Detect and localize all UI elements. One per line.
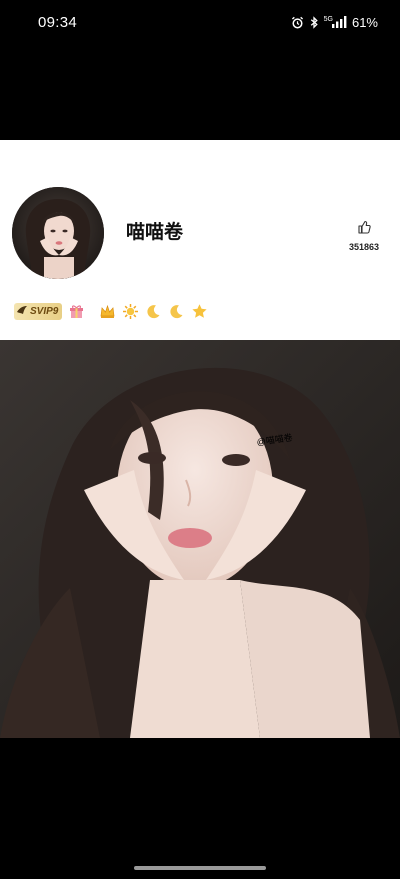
- svip-wing-icon: [16, 305, 28, 318]
- status-icons: 5G 61%: [291, 15, 378, 30]
- status-bar: 09:34 5G 61%: [0, 0, 400, 44]
- avatar[interactable]: [12, 187, 104, 279]
- moon-icon[interactable]: [145, 303, 162, 320]
- username: 喵喵卷: [126, 221, 184, 243]
- main-photo[interactable]: @喵喵卷: [0, 340, 400, 738]
- star-icon[interactable]: [191, 303, 208, 320]
- svip-label: SVIP9: [30, 305, 59, 317]
- like-count: 351863: [348, 242, 380, 252]
- profile-card: 喵喵卷 351863 SVIP9: [0, 140, 400, 340]
- moon-icon[interactable]: [168, 303, 185, 320]
- badge-row: SVIP9: [14, 301, 208, 321]
- gift-icon[interactable]: [68, 303, 85, 320]
- svip-badge[interactable]: SVIP9: [14, 302, 63, 320]
- crown-icon[interactable]: [99, 303, 116, 320]
- phone-screen: 09:34 5G 61% 喵喵卷 351863 SVIP9 @喵喵卷: [0, 0, 400, 879]
- home-indicator[interactable]: [134, 866, 266, 870]
- battery-percent: 61%: [351, 14, 378, 30]
- thumbs-up-icon: [357, 220, 371, 239]
- status-time: 09:34: [38, 13, 78, 31]
- alarm-icon: [291, 16, 304, 29]
- signal-icon: 5G: [324, 16, 347, 28]
- bluetooth-icon: [309, 15, 319, 29]
- sun-icon[interactable]: [122, 303, 139, 320]
- like-button[interactable]: 351863: [340, 220, 388, 252]
